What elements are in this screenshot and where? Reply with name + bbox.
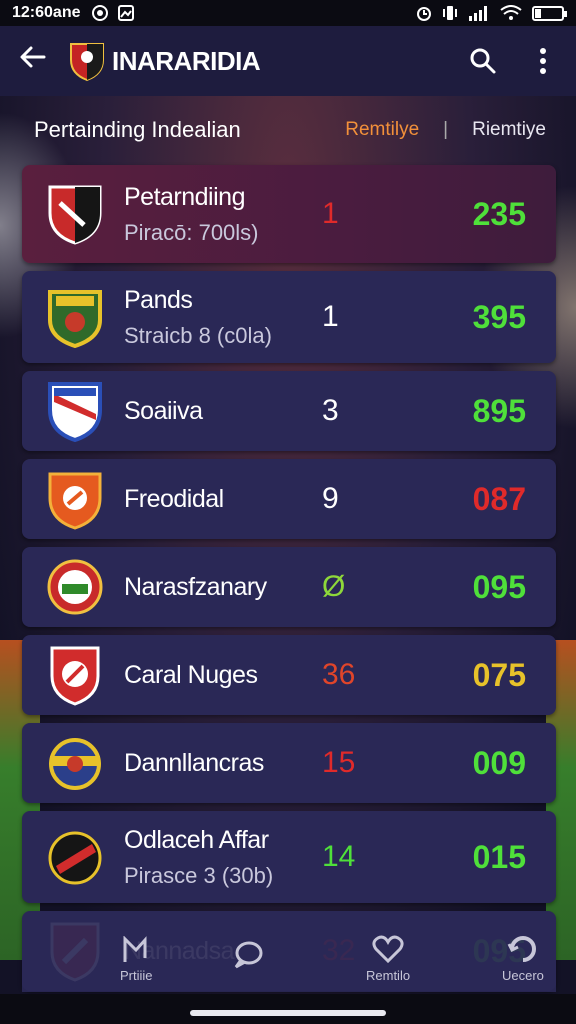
standings-title: Pertainding Indealian bbox=[34, 117, 241, 142]
battery-icon bbox=[532, 5, 567, 21]
vibrate-icon bbox=[443, 6, 457, 20]
header-divider: | bbox=[443, 119, 449, 140]
blue-red-shield-icon bbox=[48, 382, 102, 442]
nav-item-chat[interactable] bbox=[232, 940, 264, 974]
team-subtitle: Piracō: 700ls) bbox=[124, 219, 259, 245]
team-name: Dannllancras bbox=[124, 748, 264, 777]
team-name: Pands bbox=[124, 285, 193, 314]
team-rank: 1 bbox=[322, 197, 339, 230]
status-right-icons bbox=[416, 4, 567, 22]
nav-item-favorites[interactable]: Remtilo bbox=[366, 934, 410, 983]
alarm-icon bbox=[417, 7, 431, 21]
tab-rank[interactable]: Remtilye bbox=[345, 119, 419, 141]
nav-label-flag: Prtiiie bbox=[120, 968, 153, 983]
standings-row[interactable]: Dannllancras 15 009 bbox=[22, 723, 556, 803]
team-name: Soaiiva bbox=[124, 396, 203, 425]
signal-icon bbox=[469, 6, 487, 21]
chat-bubble-icon bbox=[234, 941, 263, 969]
standings-header: Pertainding Indealian Remtilye | Riemtiy… bbox=[0, 110, 576, 150]
team-info: Freodidal bbox=[124, 485, 224, 514]
home-indicator[interactable] bbox=[190, 1010, 386, 1016]
standings-list: Petarndiing Piracō: 700ls) 1 235 Pands Straic… bbox=[22, 165, 556, 999]
team-rank: 36 bbox=[322, 658, 356, 691]
team-points: 235 bbox=[472, 195, 526, 232]
team-info: Caral Nuges bbox=[124, 660, 258, 690]
nav-label-refresh: Uecero bbox=[502, 968, 544, 983]
wifi-icon bbox=[500, 5, 522, 20]
blue-gold-round-crest-icon bbox=[49, 738, 101, 790]
standings-row[interactable]: Caral Nuges 36 075 bbox=[22, 635, 556, 715]
team-info: Petarndiing Piracō: 700ls) bbox=[124, 183, 259, 246]
team-points: 087 bbox=[472, 480, 526, 517]
team-rank: 3 bbox=[322, 394, 339, 427]
heart-icon bbox=[372, 935, 404, 964]
back-arrow-icon[interactable] bbox=[18, 42, 58, 80]
standings-row[interactable]: Pands Straicb 8 (c0la) 1 395 bbox=[22, 271, 556, 363]
more-vert-icon[interactable] bbox=[528, 46, 558, 76]
standings-row[interactable]: Narasfzanary Ø 095 bbox=[22, 547, 556, 627]
flag-icon bbox=[123, 936, 147, 962]
team-name: Caral Nuges bbox=[124, 660, 258, 689]
app-title: INARARIDIA bbox=[112, 45, 261, 76]
team-points: 895 bbox=[472, 392, 526, 429]
nav-item-refresh[interactable]: Uecero bbox=[502, 934, 544, 983]
team-points: 015 bbox=[472, 838, 526, 875]
status-bar: 12:60ane bbox=[0, 0, 576, 26]
team-points: 095 bbox=[472, 568, 526, 605]
search-icon[interactable] bbox=[468, 46, 498, 76]
team-rank: 1 bbox=[322, 300, 339, 333]
standings-row[interactable]: Odlaceh Affar Pirasce 3 (30b) 14 015 bbox=[22, 811, 556, 903]
team-name: Odlaceh Affar bbox=[124, 825, 269, 854]
black-red-round-crest-icon bbox=[48, 831, 102, 885]
status-time: 12:60ane bbox=[12, 4, 81, 21]
refresh-icon bbox=[507, 936, 536, 962]
red-black-shield-icon bbox=[48, 185, 102, 245]
team-rank: 15 bbox=[322, 746, 356, 779]
nav-label-favorites: Remtilo bbox=[366, 968, 411, 983]
standings-row[interactable]: Petarndiing Piracō: 700ls) 1 235 bbox=[22, 165, 556, 263]
notification-icon bbox=[91, 5, 108, 21]
team-points: 395 bbox=[472, 298, 526, 335]
team-subtitle: Pirasce 3 (30b) bbox=[124, 862, 274, 888]
app-logo-icon bbox=[70, 43, 104, 82]
team-name: Narasfzanary bbox=[124, 572, 267, 601]
image-icon bbox=[117, 5, 134, 21]
team-info: Narasfzanary bbox=[124, 573, 267, 602]
tab-points[interactable]: Riemtiye bbox=[472, 119, 546, 141]
orange-shield-icon bbox=[48, 472, 102, 530]
team-subtitle: Straicb 8 (c0la) bbox=[124, 322, 272, 348]
red-white-shield-icon bbox=[50, 646, 100, 706]
team-info: Soaiiva bbox=[124, 397, 203, 426]
team-name: Freodidal bbox=[124, 484, 224, 513]
team-info: Dannllancras bbox=[124, 749, 264, 778]
standings-row[interactable]: Soaiiva 3 895 bbox=[22, 371, 556, 451]
standings-row[interactable]: Freodidal 9 087 bbox=[22, 459, 556, 539]
team-rank: Ø bbox=[322, 570, 346, 603]
team-info: Pands Straicb 8 (c0la) bbox=[124, 286, 272, 349]
green-gold-crest-icon bbox=[48, 290, 102, 348]
system-nav-area bbox=[0, 994, 576, 1024]
team-name: Petarndiing bbox=[124, 182, 245, 211]
team-points: 009 bbox=[472, 744, 526, 781]
app-bar: INARARIDIA bbox=[0, 26, 576, 96]
status-left-icons bbox=[91, 4, 135, 22]
bottom-nav: Prtiiie Remtilo Uecero bbox=[22, 918, 556, 992]
red-green-round-crest-icon bbox=[47, 559, 103, 615]
team-info: Odlaceh Affar Pirasce 3 (30b) bbox=[124, 826, 273, 889]
nav-item-flag[interactable]: Prtiiie bbox=[120, 936, 153, 983]
team-rank: 14 bbox=[322, 840, 356, 873]
team-rank: 9 bbox=[322, 482, 339, 515]
team-points: 075 bbox=[472, 656, 526, 693]
